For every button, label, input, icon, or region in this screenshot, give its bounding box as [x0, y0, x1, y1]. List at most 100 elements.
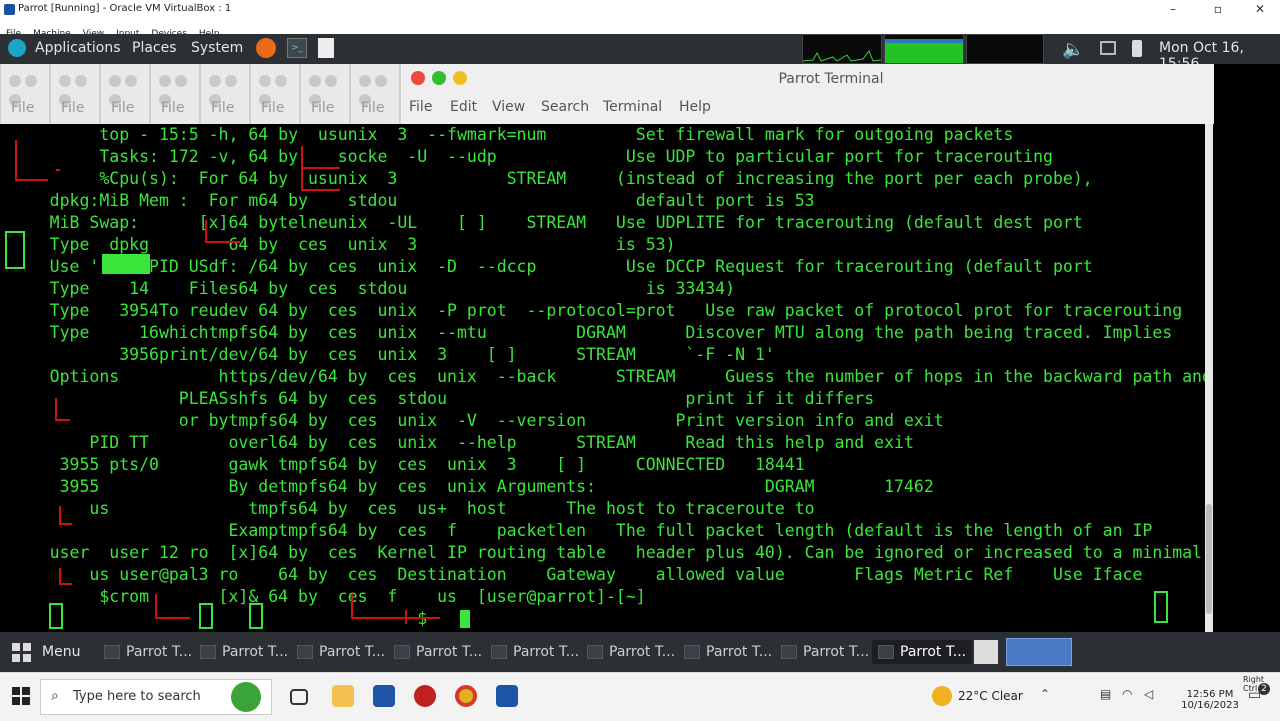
taskbar-item-active[interactable]: Parrot T...	[872, 640, 973, 664]
file-menu[interactable]: File	[111, 100, 134, 116]
background-terminal-window[interactable]: File	[200, 64, 250, 124]
background-terminal-window[interactable]: File	[350, 64, 400, 124]
vbox-title: Parrot [Running] - Oracle VM VirtualBox …	[18, 3, 232, 14]
terminal-icon	[491, 645, 507, 659]
background-terminal-window[interactable]: File	[0, 64, 50, 124]
workspace-pager[interactable]	[1006, 638, 1072, 666]
file-menu[interactable]: File	[361, 100, 384, 116]
wifi-icon[interactable]: ◠	[1122, 687, 1132, 701]
terminal-icon	[587, 645, 603, 659]
taskbar-item[interactable]: Parrot T...	[394, 640, 482, 664]
virtualbox-icon[interactable]	[373, 685, 395, 707]
terminal-menu-help[interactable]: Help	[679, 99, 711, 115]
maximize-button[interactable]: ▫	[1203, 2, 1233, 16]
clock[interactable]: 12:56 PM 10/16/2023	[1180, 689, 1240, 711]
terminal-line: $	[0, 609, 428, 628]
terminal-line: Tasks: 172 -v, 64 by socke -U --udp Use …	[0, 147, 1053, 166]
menu-grid-icon[interactable]	[12, 643, 32, 663]
places-menu[interactable]: Places	[132, 40, 177, 56]
file-menu[interactable]: File	[11, 100, 34, 116]
vbox-titlebar: Parrot [Running] - Oracle VM VirtualBox …	[0, 0, 1280, 21]
file-menu[interactable]: File	[211, 100, 234, 116]
taskbar-item-label: Parrot T...	[319, 644, 386, 660]
taskbar-item-label: Parrot T...	[609, 644, 676, 660]
clock-time: 12:56 PM	[1186, 689, 1234, 700]
terminal-menu-search[interactable]: Search	[541, 99, 589, 115]
terminal-line: PLEASshfs 64 by ces stdou print if it di…	[0, 389, 875, 408]
menu-button[interactable]: Menu	[42, 644, 80, 660]
terminal-menu-view[interactable]: View	[492, 99, 525, 115]
terminal-line: MiB Swap: [x]64 bytelneunix -UL [ ] STRE…	[0, 213, 1083, 232]
firefox-icon[interactable]	[256, 38, 276, 58]
search-input[interactable]: ⌕ Type here to search	[40, 679, 272, 715]
terminal-line: Type dpkg 64 by ces unix 3 is 53)	[0, 235, 676, 254]
parrot-logo-icon[interactable]	[8, 39, 26, 57]
search-placeholder: Type here to search	[73, 689, 201, 704]
network-graph	[966, 34, 1044, 64]
text-editor-icon[interactable]	[318, 38, 334, 58]
network-icon[interactable]	[1100, 41, 1116, 55]
file-menu[interactable]: File	[161, 100, 184, 116]
scrollbar-thumb[interactable]	[1206, 504, 1212, 614]
background-terminal-window[interactable]: File	[300, 64, 350, 124]
terminal-line: 3956print/dev/64 by ces unix 3 [ ] STREA…	[0, 345, 775, 364]
system-menu[interactable]: System	[191, 40, 243, 56]
terminal-launcher-icon[interactable]: >_	[287, 38, 307, 58]
terminal-line: top - 15:5 -h, 64 by usunix 3 --fwmark=n…	[0, 125, 1014, 144]
terminal-menu-edit[interactable]: Edit	[450, 99, 477, 115]
dragon-icon	[231, 682, 261, 712]
terminal-icon	[878, 645, 894, 659]
applications-menu[interactable]: Applications	[35, 40, 121, 56]
taskbar-item-label: Parrot T...	[706, 644, 773, 660]
search-icon: ⌕	[51, 688, 59, 704]
background-terminal-window[interactable]: File	[250, 64, 300, 124]
workspace-switcher-icon[interactable]	[974, 640, 998, 664]
background-terminal-window[interactable]: File	[150, 64, 200, 124]
windows-start-icon[interactable]	[12, 687, 30, 709]
taskbar-item[interactable]: Parrot T...	[297, 640, 385, 664]
terminal-output[interactable]: top - 15:5 -h, 64 by usunix 3 --fwmark=n…	[0, 124, 1213, 632]
volume-icon[interactable]: ◁	[1144, 687, 1153, 701]
background-terminal-window[interactable]: File	[50, 64, 100, 124]
app-icon[interactable]	[414, 685, 436, 707]
terminal-menu-terminal[interactable]: Terminal	[603, 99, 662, 115]
file-menu[interactable]: File	[61, 100, 84, 116]
battery-icon[interactable]	[1132, 40, 1142, 57]
file-menu[interactable]: File	[311, 100, 334, 116]
file-explorer-icon[interactable]	[332, 685, 354, 707]
terminal-line: $crom [x]& 64 by ces f us [user@parrot]-…	[0, 587, 646, 606]
weather-icon[interactable]	[932, 686, 952, 706]
volume-icon[interactable]: 🔈	[1062, 39, 1084, 60]
network-icon[interactable]: ▤	[1100, 687, 1111, 701]
terminal-scrollbar[interactable]	[1205, 124, 1213, 632]
close-button[interactable]: ✕	[1245, 2, 1275, 16]
taskbar-item[interactable]: Parrot T...	[781, 640, 869, 664]
taskbar-item[interactable]: Parrot T...	[684, 640, 772, 664]
virtualbox-icon[interactable]	[496, 685, 518, 707]
terminal-icon	[394, 645, 410, 659]
chevron-up-icon[interactable]: ⌃	[1040, 687, 1050, 701]
terminal-icon	[684, 645, 700, 659]
taskbar-item-label: Parrot T...	[416, 644, 483, 660]
bottom-panel: Menu Parrot T... Parrot T... Parrot T...…	[0, 632, 1280, 672]
terminal-titlebar: Parrot Terminal File Edit View Search Te…	[400, 64, 1214, 124]
chrome-icon[interactable]	[455, 685, 477, 707]
host-key-label: Right Ctrl	[1243, 675, 1265, 693]
taskbar-item[interactable]: Parrot T...	[491, 640, 579, 664]
taskbar-item[interactable]: Parrot T...	[200, 640, 288, 664]
terminal-line: Use ' PID USdf: /64 by ces unix -D --dcc…	[0, 257, 1093, 276]
weather-text[interactable]: 22°C Clear	[958, 689, 1023, 703]
taskbar-item[interactable]: Parrot T...	[104, 640, 192, 664]
terminal-menu-file[interactable]: File	[409, 99, 432, 115]
background-terminal-window[interactable]: File	[100, 64, 150, 124]
terminal-line: 3955 By detmpfs64 by ces unix Arguments:…	[0, 477, 934, 496]
file-menu[interactable]: File	[261, 100, 284, 116]
task-view-icon[interactable]	[290, 689, 308, 705]
clock-date: 10/16/2023	[1181, 700, 1239, 711]
taskbar-item[interactable]: Parrot T...	[587, 640, 675, 664]
cpu-graph	[802, 34, 882, 64]
terminal-window-chrome: File File File File File File File File …	[0, 64, 1214, 124]
minimize-button[interactable]: –	[1158, 2, 1188, 16]
terminal-icon	[104, 645, 120, 659]
terminal-icon	[781, 645, 797, 659]
